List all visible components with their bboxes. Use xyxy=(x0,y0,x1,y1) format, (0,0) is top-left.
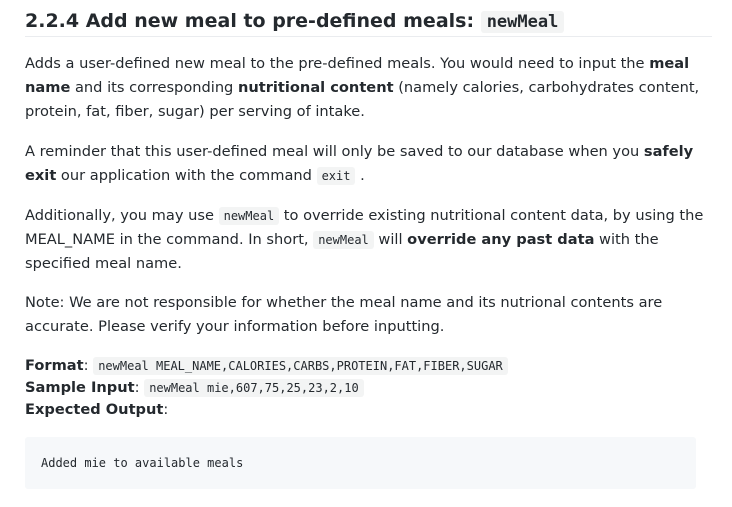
paragraph-reminder: A reminder that this user-defined meal w… xyxy=(25,140,712,188)
text: and its corresponding xyxy=(70,79,238,96)
expected-output-label: Expected Output xyxy=(25,401,164,418)
text: . xyxy=(355,167,365,184)
format-code: newMeal MEAL_NAME,CALORIES,CARBS,PROTEIN… xyxy=(93,357,508,375)
document: 2.2.4 Add new meal to pre-defined meals:… xyxy=(0,0,732,489)
bold-override: override any past data xyxy=(407,231,595,248)
inline-code-exit: exit xyxy=(316,167,356,185)
text: Additionally, you may use xyxy=(25,207,219,224)
paragraph-note: Note: We are not responsible for whether… xyxy=(25,294,663,335)
text: : xyxy=(163,401,169,418)
text: : xyxy=(134,379,145,396)
format-label: Format xyxy=(25,357,84,374)
sample-input-label: Sample Input xyxy=(25,379,135,396)
inline-code-newmeal: newMeal xyxy=(313,231,374,249)
heading-text: 2.2.4 Add new meal to pre-defined meals: xyxy=(25,10,475,32)
text: our application with the command xyxy=(56,167,317,184)
bold-nutritional-content: nutritional content xyxy=(237,79,394,96)
heading-code: newMeal xyxy=(480,11,565,33)
expected-output-code-block: Added mie to available meals xyxy=(25,437,696,489)
text: A reminder that this user-defined meal w… xyxy=(25,143,644,160)
text: will xyxy=(373,231,408,248)
section-heading: 2.2.4 Add new meal to pre-defined meals:… xyxy=(25,0,712,37)
format-block: Format: newMeal MEAL_NAME,CALORIES,CARBS… xyxy=(25,355,712,421)
paragraph-description: Adds a user-defined new meal to the pre-… xyxy=(25,52,712,124)
sample-input-code: newMeal mie,607,75,25,23,2,10 xyxy=(144,379,364,397)
paragraph-override: Additionally, you may use newMeal to ove… xyxy=(25,204,712,276)
text: : xyxy=(83,357,94,374)
inline-code-newmeal: newMeal xyxy=(218,207,280,225)
text: Adds a user-defined new meal to the pre-… xyxy=(25,55,650,72)
